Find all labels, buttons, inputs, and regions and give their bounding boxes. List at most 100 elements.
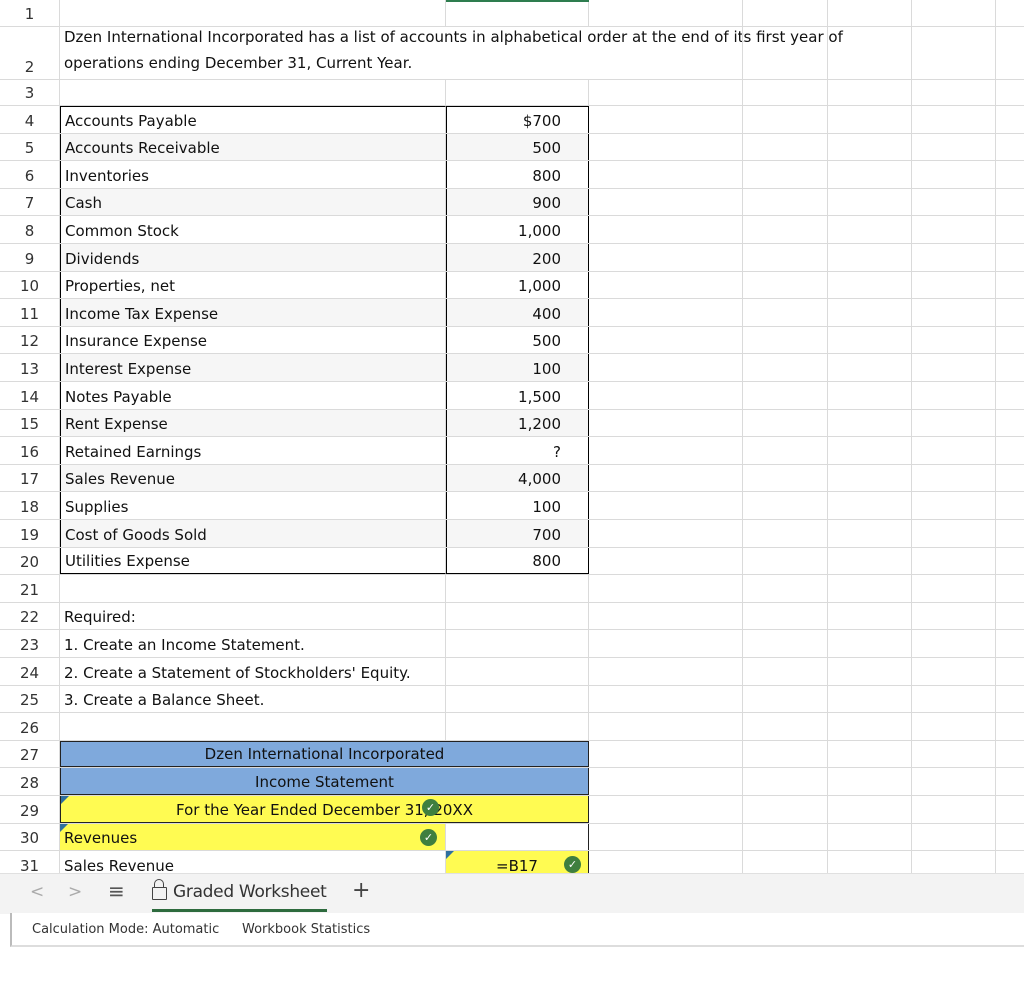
cell-a22[interactable]: Required:: [60, 602, 446, 630]
cell-f31[interactable]: [912, 851, 996, 873]
cell-d19[interactable]: [743, 520, 828, 547]
cell-a15[interactable]: Rent Expense: [60, 409, 446, 437]
cell-a4[interactable]: Accounts Payable: [60, 106, 446, 133]
cell-g25[interactable]: [996, 686, 1024, 713]
cell-f13[interactable]: [912, 354, 996, 381]
cell-f8[interactable]: [912, 216, 996, 243]
cell-g29[interactable]: [996, 796, 1024, 823]
cell-a26[interactable]: [60, 713, 446, 740]
cell-f11[interactable]: [912, 299, 996, 326]
cell-b26[interactable]: [446, 713, 589, 740]
cell-g8[interactable]: [996, 216, 1024, 243]
statement-header[interactable]: Income Statement: [60, 768, 589, 795]
cell-g22[interactable]: [996, 603, 1024, 630]
sheet-tab-graded-worksheet[interactable]: Graded Worksheet: [152, 874, 327, 912]
cell-d11[interactable]: [743, 299, 828, 326]
cell-c16[interactable]: [589, 437, 743, 464]
cell-d25[interactable]: [743, 685, 828, 713]
cell-d7[interactable]: [743, 188, 828, 216]
cell-b12[interactable]: 500: [446, 326, 589, 354]
cell-e15[interactable]: [828, 409, 912, 437]
prev-sheet-button[interactable]: <: [30, 882, 44, 902]
cell-g2[interactable]: [996, 27, 1024, 79]
cell-d22[interactable]: [743, 602, 828, 630]
cell-d13[interactable]: [743, 354, 828, 381]
cell-b17[interactable]: 4,000: [446, 464, 589, 492]
cell-d21[interactable]: [743, 575, 828, 602]
cell-d14[interactable]: [743, 382, 828, 409]
cell-c7[interactable]: [589, 188, 743, 216]
cell-d30[interactable]: [743, 823, 828, 851]
row-header[interactable]: 3: [0, 80, 60, 105]
cell-c27[interactable]: [589, 740, 743, 768]
cell-f15[interactable]: [912, 409, 996, 437]
cell-f9[interactable]: [912, 244, 996, 271]
cell-c9[interactable]: [589, 244, 743, 271]
cell-c5[interactable]: [589, 133, 743, 161]
cell-c31[interactable]: [589, 851, 743, 873]
cell-f22[interactable]: [912, 602, 996, 630]
cell-d17[interactable]: [743, 464, 828, 492]
cell-e8[interactable]: [828, 216, 912, 243]
cell-a3[interactable]: [60, 80, 446, 105]
cell-g30[interactable]: [996, 824, 1024, 851]
cell-a11[interactable]: Income Tax Expense: [60, 299, 446, 326]
cell-b14[interactable]: 1,500: [446, 382, 589, 409]
cell-a23[interactable]: 1. Create an Income Statement.: [60, 630, 446, 657]
cell-d26[interactable]: [743, 713, 828, 740]
cell-e12[interactable]: [828, 326, 912, 354]
row-header[interactable]: 13: [0, 354, 60, 381]
cell-g6[interactable]: [996, 161, 1024, 188]
row-header[interactable]: 18: [0, 492, 60, 519]
row-header[interactable]: 31: [0, 851, 60, 873]
cell-g11[interactable]: [996, 299, 1024, 326]
cell-b20[interactable]: 800: [446, 547, 589, 575]
row-header[interactable]: 9: [0, 244, 60, 271]
cell-a5[interactable]: Accounts Receivable: [60, 133, 446, 161]
cell-f14[interactable]: [912, 382, 996, 409]
cell-f1[interactable]: [912, 0, 996, 26]
cell-d3[interactable]: [743, 80, 828, 105]
cell-g20[interactable]: [996, 548, 1024, 575]
row-header[interactable]: 20: [0, 547, 60, 575]
cell-e13[interactable]: [828, 354, 912, 381]
cell-b19[interactable]: 700: [446, 520, 589, 547]
cell-c30[interactable]: [589, 823, 743, 851]
cell-g1[interactable]: [996, 0, 1024, 26]
cell-a30[interactable]: Revenues ✓: [60, 823, 446, 851]
cell-g24[interactable]: [996, 658, 1024, 685]
cell-b18[interactable]: 100: [446, 492, 589, 519]
cell-a14[interactable]: Notes Payable: [60, 382, 446, 409]
cell-f25[interactable]: [912, 685, 996, 713]
cell-d15[interactable]: [743, 409, 828, 437]
cell-d4[interactable]: [743, 106, 828, 133]
cell-e24[interactable]: [828, 658, 912, 685]
row-header[interactable]: 12: [0, 326, 60, 354]
row-header[interactable]: 28: [0, 768, 60, 795]
cell-b9[interactable]: 200: [446, 244, 589, 271]
cell-g10[interactable]: [996, 272, 1024, 299]
cell-e16[interactable]: [828, 437, 912, 464]
cell-e21[interactable]: [828, 575, 912, 602]
row-header[interactable]: 6: [0, 161, 60, 188]
cell-d16[interactable]: [743, 437, 828, 464]
cell-f4[interactable]: [912, 106, 996, 133]
cell-c8[interactable]: [589, 216, 743, 243]
cell-f10[interactable]: [912, 271, 996, 299]
row-header[interactable]: 5: [0, 133, 60, 161]
cell-e1[interactable]: [828, 0, 912, 26]
cell-g23[interactable]: [996, 630, 1024, 657]
row-header[interactable]: 11: [0, 299, 60, 326]
cell-f29[interactable]: [912, 796, 996, 823]
cell-c28[interactable]: [589, 768, 743, 795]
cell-e10[interactable]: [828, 271, 912, 299]
cell-e22[interactable]: [828, 602, 912, 630]
cell-g21[interactable]: [996, 575, 1024, 602]
cell-c14[interactable]: [589, 382, 743, 409]
cell-e7[interactable]: [828, 188, 912, 216]
cell-a9[interactable]: Dividends: [60, 244, 446, 271]
cell-e14[interactable]: [828, 382, 912, 409]
cell-b24[interactable]: [446, 658, 589, 685]
cell-b6[interactable]: 800: [446, 161, 589, 188]
workbook-statistics[interactable]: Workbook Statistics: [242, 922, 370, 937]
